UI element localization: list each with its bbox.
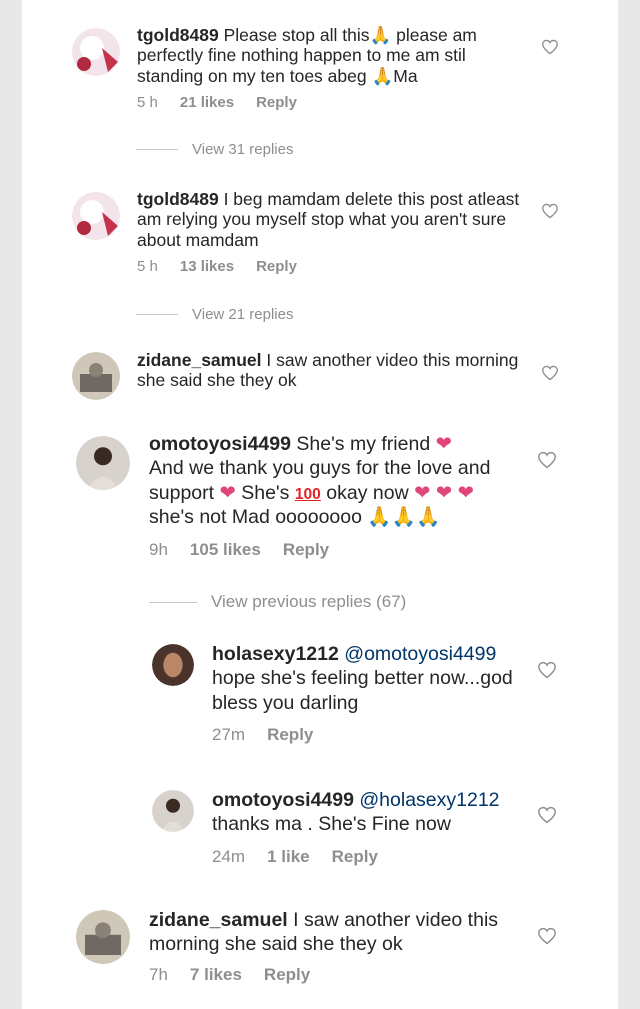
comment-text: omotoyosi4499 @holasexy1212 thanks ma . …	[212, 788, 532, 837]
heart-outline-icon[interactable]	[537, 927, 557, 945]
heart-emoji: ❤	[457, 481, 474, 504]
hundred-emoji: 100	[294, 485, 321, 503]
avatar[interactable]	[152, 790, 194, 832]
comment-item: omotoyosi4499 She's my friend ❤ And we t…	[22, 432, 618, 622]
comment-body: okay now	[326, 481, 409, 504]
comment-meta: 7h 7 likes Reply	[149, 965, 539, 985]
comment-text: tgold8489 I beg mamdam delete this post …	[137, 189, 532, 250]
comment-username[interactable]: omotoyosi4499	[149, 433, 291, 455]
comment-likes[interactable]: 7 likes	[190, 965, 242, 985]
comment-likes[interactable]: 13 likes	[180, 258, 234, 275]
reply-button[interactable]: Reply	[256, 258, 297, 275]
heart-emoji: ❤	[435, 481, 453, 504]
comment-text: omotoyosi4499 She's my friend ❤ And we t…	[149, 432, 549, 530]
comments-panel: tgold8489 Please stop all this🙏 please a…	[22, 0, 618, 1009]
comment-username[interactable]: zidane_samuel	[149, 909, 288, 931]
avatar[interactable]	[72, 352, 120, 400]
view-replies-link[interactable]: View 21 replies	[136, 306, 293, 323]
comment-text: holasexy1212 @omotoyosi4499 hope she's f…	[212, 642, 532, 715]
reply-button[interactable]: Reply	[256, 94, 297, 111]
view-replies-label: View 31 replies	[192, 141, 294, 158]
comment-likes[interactable]: 21 likes	[180, 94, 234, 111]
comment-meta: 27m Reply	[212, 725, 532, 745]
comment-username[interactable]: zidane_samuel	[137, 350, 262, 370]
comment-item: tgold8489 I beg mamdam delete this post …	[22, 186, 618, 326]
avatar[interactable]	[152, 644, 194, 686]
heart-outline-icon[interactable]	[541, 203, 559, 219]
comment-text: zidane_samuel I saw another video this m…	[149, 908, 539, 957]
avatar[interactable]	[72, 28, 120, 76]
heart-outline-icon[interactable]	[541, 365, 559, 381]
avatar[interactable]	[72, 192, 120, 240]
comment-likes[interactable]: 1 like	[267, 847, 310, 867]
comment-username[interactable]: holasexy1212	[212, 643, 339, 665]
comment-time: 5 h	[137, 258, 158, 276]
pray-emoji: 🙏	[415, 506, 441, 529]
view-replies-label: View 21 replies	[192, 306, 294, 323]
comment-body: She's my friend	[296, 433, 431, 455]
comment-item: zidane_samuel I saw another video this m…	[22, 908, 618, 1004]
view-replies-label: View previous replies (67)	[211, 592, 407, 611]
comment-likes[interactable]: 105 likes	[190, 540, 261, 560]
heart-emoji: ❤	[219, 481, 236, 504]
comment-item: zidane_samuel I saw another video this m…	[22, 350, 618, 410]
reply-button[interactable]: Reply	[267, 725, 313, 745]
pray-emoji: 🙏	[367, 506, 392, 529]
heart-outline-icon[interactable]	[541, 39, 559, 55]
mention-link[interactable]: @holasexy1212	[359, 789, 499, 811]
heart-outline-icon[interactable]	[537, 806, 557, 824]
view-replies-link[interactable]: View previous replies (67)	[149, 592, 406, 612]
comment-meta: 9h 105 likes Reply	[149, 540, 549, 560]
comment-time: 5 h	[137, 94, 158, 112]
view-replies-link[interactable]: View 31 replies	[136, 141, 293, 158]
mention-link[interactable]: @omotoyosi4499	[344, 643, 496, 665]
comment-time: 7h	[149, 964, 168, 984]
reply-item: holasexy1212 @omotoyosi4499 hope she's f…	[22, 642, 618, 762]
reply-item: omotoyosi4499 @holasexy1212 thanks ma . …	[22, 786, 618, 876]
pray-emoji: 🙏	[391, 506, 416, 529]
heart-emoji: ❤	[414, 481, 431, 504]
reply-button[interactable]: Reply	[332, 847, 378, 867]
comment-time: 9h	[149, 539, 168, 559]
heart-outline-icon[interactable]	[537, 661, 557, 679]
reply-button[interactable]: Reply	[264, 965, 310, 985]
comment-body: hope she's feeling better now...god bles…	[212, 667, 513, 714]
comment-time: 24m	[212, 846, 246, 866]
comment-username[interactable]: omotoyosi4499	[212, 789, 354, 811]
comment-meta: 5 h 21 likes Reply	[137, 94, 532, 111]
avatar[interactable]	[76, 910, 130, 964]
avatar[interactable]	[76, 436, 130, 490]
comment-meta: 24m 1 like Reply	[212, 847, 532, 867]
heart-emoji: ❤	[435, 433, 452, 455]
comment-username[interactable]: tgold8489	[137, 189, 219, 209]
comment-body: She's	[241, 481, 290, 504]
comment-meta: 5 h 13 likes Reply	[137, 258, 532, 275]
reply-button[interactable]: Reply	[283, 540, 329, 560]
comment-body: thanks ma . She's Fine now	[212, 813, 451, 836]
comment-username[interactable]: tgold8489	[137, 25, 219, 45]
comment-text: tgold8489 Please stop all this🙏 please a…	[137, 25, 532, 86]
comment-body: she's not Mad oooooooo	[149, 506, 362, 529]
comment-item: tgold8489 Please stop all this🙏 please a…	[22, 22, 618, 162]
comment-time: 27m	[212, 725, 246, 745]
comment-text: zidane_samuel I saw another video this m…	[137, 350, 532, 391]
heart-outline-icon[interactable]	[537, 451, 557, 469]
